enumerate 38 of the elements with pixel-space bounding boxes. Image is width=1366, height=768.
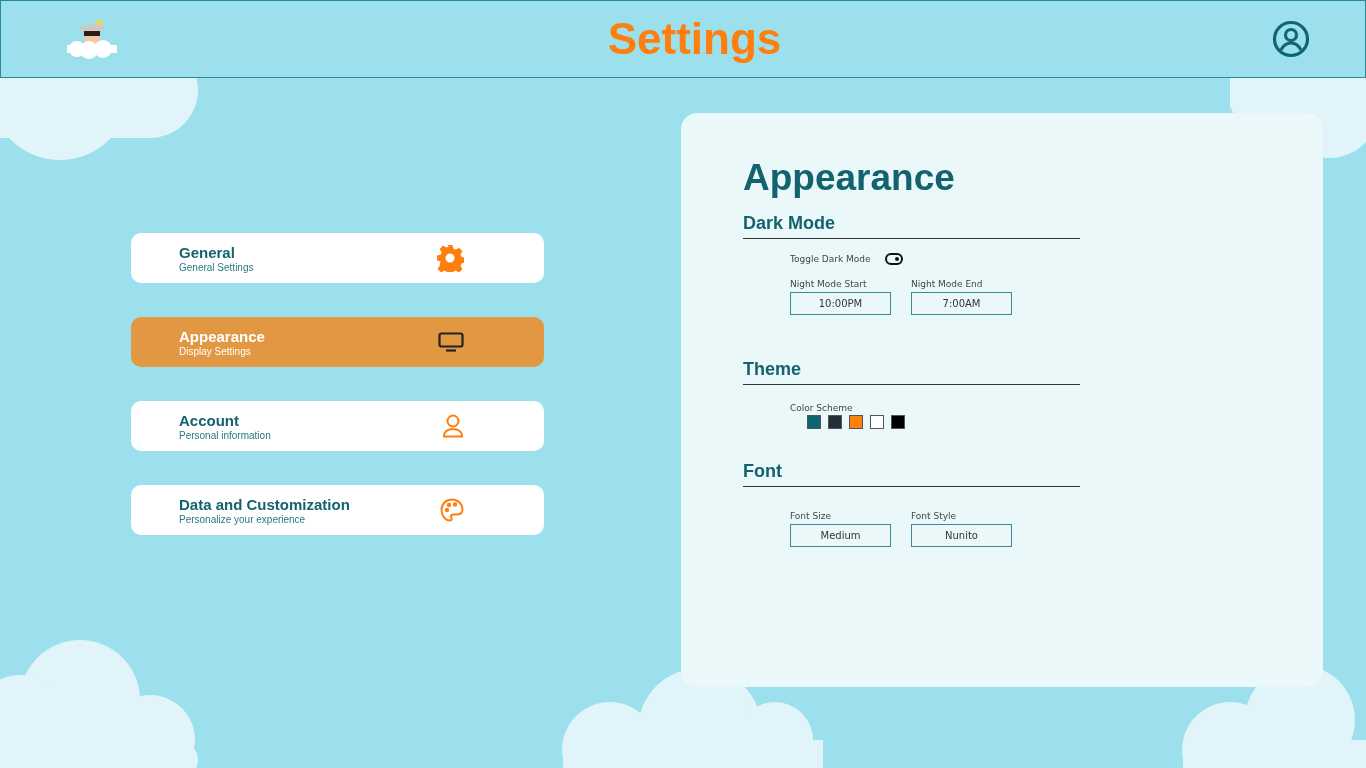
input-field[interactable]: 10:00PM — [790, 292, 891, 315]
color-swatch[interactable] — [828, 415, 842, 429]
menu-item-title: Data and Customization — [179, 495, 350, 513]
settings-menu-item[interactable]: Account Personal information — [131, 401, 544, 451]
menu-item-title: Appearance — [179, 327, 265, 345]
color-swatch[interactable] — [849, 415, 863, 429]
field-label: Font Style — [911, 511, 958, 521]
monitor-icon — [438, 332, 464, 352]
menu-item-subtitle: Personalize your experience — [179, 513, 307, 525]
input-field[interactable]: 7:00AM — [911, 292, 1012, 315]
dark-mode-toggle[interactable] — [884, 253, 903, 265]
menu-item-title: General — [179, 243, 236, 261]
section-heading: Dark Mode — [743, 213, 1080, 239]
field-label: Night Mode Start — [790, 279, 868, 289]
swatch-label: Color Scheme — [790, 403, 854, 413]
color-swatch[interactable] — [870, 415, 884, 429]
settings-menu-item[interactable]: General General Settings — [131, 233, 544, 283]
input-field[interactable]: Medium — [790, 524, 891, 547]
menu-item-title: Account — [179, 411, 240, 429]
section-heading: Theme — [743, 359, 1080, 385]
menu-item-subtitle: Display Settings — [179, 345, 252, 357]
section-heading: Font — [743, 461, 1080, 487]
toggle-label: Toggle Dark Mode — [790, 254, 871, 264]
logo-icon[interactable] — [67, 19, 117, 59]
menu-item-subtitle: Personal information — [179, 429, 271, 441]
page-title: Settings — [607, 14, 782, 64]
field-label: Font Size — [790, 511, 832, 521]
field-label: Night Mode End — [911, 279, 984, 289]
gear-icon — [436, 244, 464, 272]
settings-menu-item[interactable]: Data and Customization Personalize your experience — [131, 485, 544, 535]
profile-icon[interactable] — [1272, 20, 1310, 58]
person-icon — [442, 414, 464, 438]
color-swatch[interactable] — [891, 415, 905, 429]
palette-icon — [440, 498, 464, 522]
panel-title: Appearance — [743, 157, 956, 199]
menu-item-subtitle: General Settings — [179, 261, 254, 273]
color-swatch[interactable] — [807, 415, 821, 429]
input-field[interactable]: Nunito — [911, 524, 1012, 547]
